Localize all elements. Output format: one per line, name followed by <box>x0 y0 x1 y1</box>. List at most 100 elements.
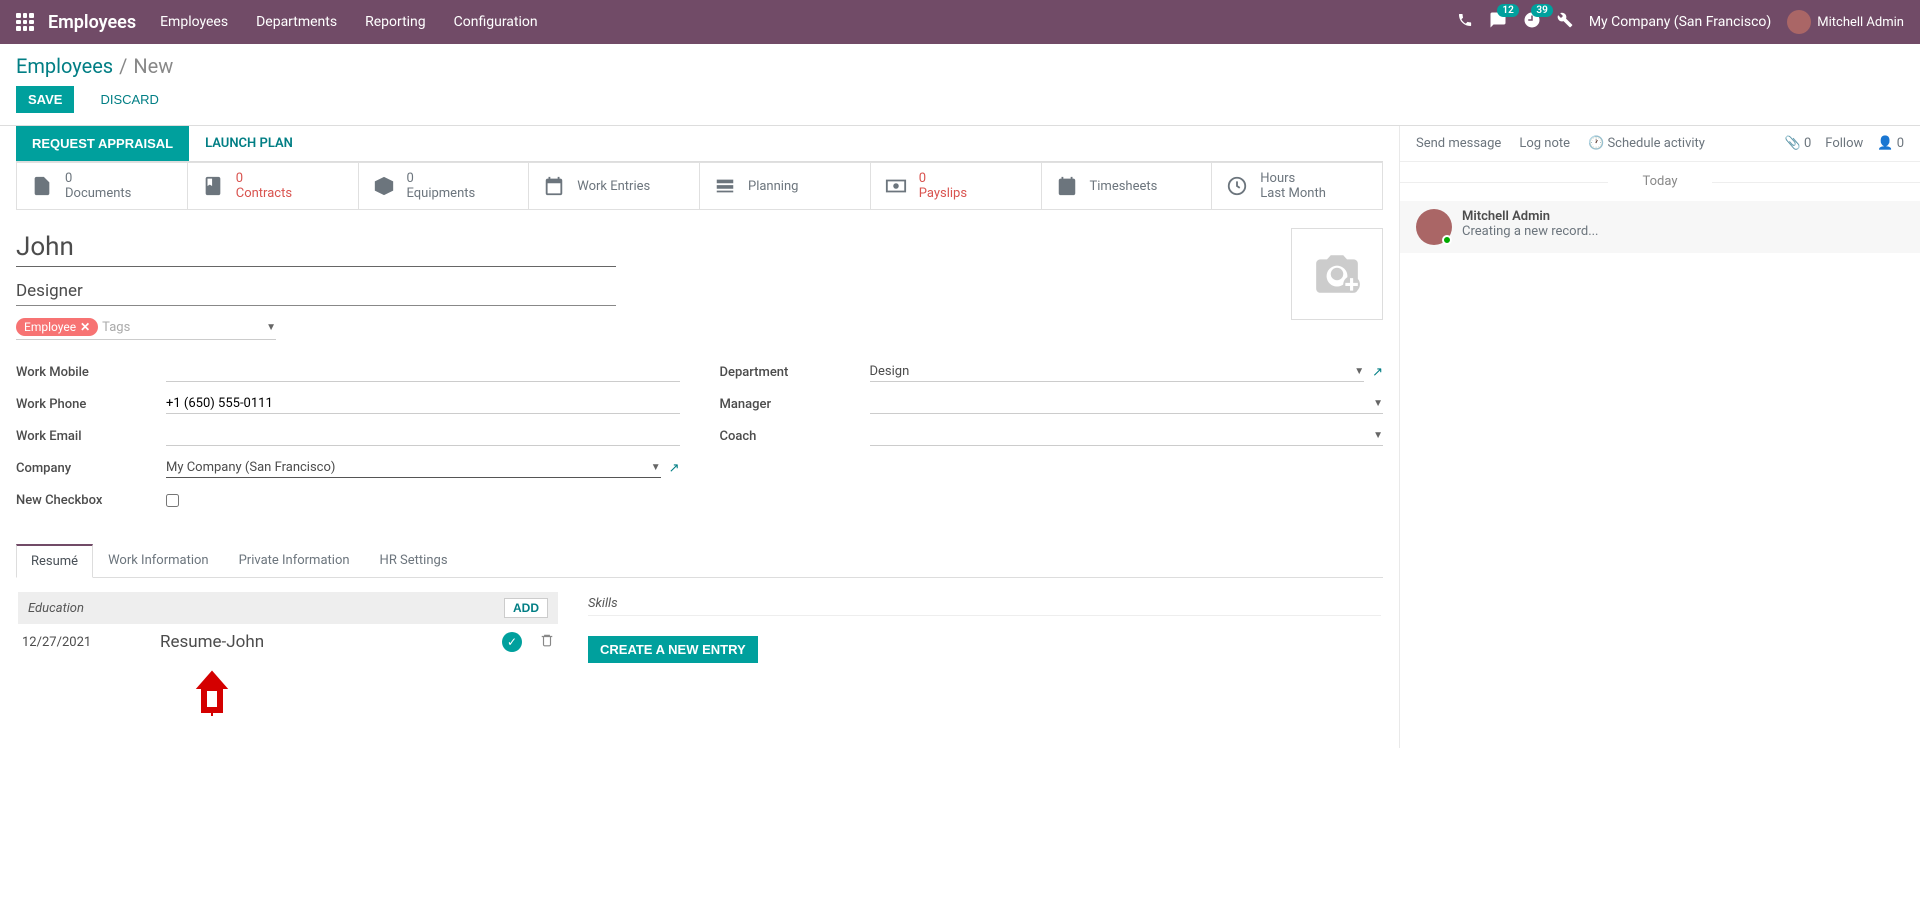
work-phone-label: Work Phone <box>16 397 166 412</box>
coach-select[interactable]: ▼ <box>870 426 1384 446</box>
new-checkbox-label: New Checkbox <box>16 493 166 508</box>
chevron-down-icon: ▼ <box>1354 366 1364 377</box>
schedule-activity-button[interactable]: 🕐 Schedule activity <box>1588 136 1705 151</box>
timesheet-icon <box>1054 173 1080 199</box>
chatter-date-separator: Today <box>1400 174 1920 189</box>
chevron-down-icon: ▼ <box>651 462 661 473</box>
tag-employee: Employee ✕ <box>16 318 98 336</box>
external-link-icon[interactable]: ↗ <box>1372 365 1383 380</box>
apps-icon[interactable] <box>16 13 34 31</box>
menu-employees[interactable]: Employees <box>160 14 228 30</box>
work-phone-input[interactable] <box>166 394 680 414</box>
user-menu[interactable]: Mitchell Admin <box>1787 10 1904 34</box>
skills-header: Skills <box>588 592 1381 616</box>
manager-label: Manager <box>720 397 870 412</box>
image-upload[interactable] <box>1291 228 1383 320</box>
clock-icon: 🕐 <box>1588 136 1604 151</box>
annotation-arrow <box>188 670 236 718</box>
work-mobile-input[interactable] <box>166 362 680 382</box>
tab-resume[interactable]: Resumé <box>16 544 93 578</box>
tabs: Resumé Work Information Private Informat… <box>16 544 1383 578</box>
resume-title: Resume-John <box>160 632 484 652</box>
stat-contracts[interactable]: 0Contracts <box>188 163 359 209</box>
work-email-label: Work Email <box>16 429 166 444</box>
request-appraisal-button[interactable]: REQUEST APPRAISAL <box>16 126 189 161</box>
app-brand[interactable]: Employees <box>48 12 136 33</box>
company-select[interactable]: My Company (San Francisco)▼ <box>166 458 661 478</box>
planning-icon <box>712 173 738 199</box>
menu-departments[interactable]: Departments <box>256 14 337 30</box>
breadcrumb: Employees / New <box>0 44 1920 82</box>
stat-hours[interactable]: HoursLast Month <box>1212 163 1382 209</box>
follow-button[interactable]: Follow <box>1825 136 1863 151</box>
check-circle-icon: ✓ <box>502 632 522 652</box>
message-avatar <box>1416 209 1452 245</box>
paperclip-icon: 📎 <box>1785 136 1801 151</box>
tab-work-information[interactable]: Work Information <box>93 544 224 577</box>
presence-dot-icon <box>1442 235 1452 245</box>
log-note-button[interactable]: Log note <box>1519 136 1570 151</box>
messages-icon[interactable]: 12 <box>1489 11 1507 33</box>
menu-configuration[interactable]: Configuration <box>454 14 538 30</box>
external-link-icon[interactable]: ↗ <box>669 461 680 476</box>
resume-date: 12/27/2021 <box>22 635 142 650</box>
coach-label: Coach <box>720 429 870 444</box>
resume-section-header: Education ADD <box>18 592 558 624</box>
message-text: Creating a new record... <box>1462 224 1599 239</box>
debug-icon[interactable] <box>1557 12 1573 32</box>
department-label: Department <box>720 365 870 380</box>
messages-badge: 12 <box>1497 4 1518 17</box>
message-author: Mitchell Admin <box>1462 209 1599 224</box>
work-mobile-label: Work Mobile <box>16 365 166 380</box>
tag-remove-icon[interactable]: ✕ <box>80 320 90 334</box>
add-resume-button[interactable]: ADD <box>504 598 548 618</box>
stat-timesheets[interactable]: Timesheets <box>1042 163 1213 209</box>
employee-name-input[interactable] <box>16 228 616 267</box>
activities-badge: 39 <box>1531 4 1552 17</box>
user-avatar-icon <box>1787 10 1811 34</box>
clock-icon <box>1224 173 1250 199</box>
menu-reporting[interactable]: Reporting <box>365 14 426 30</box>
attachments-button[interactable]: 📎 0 <box>1785 136 1812 151</box>
chevron-down-icon: ▼ <box>1373 430 1383 441</box>
top-menu: Employees Departments Reporting Configur… <box>160 14 1457 30</box>
stat-buttons: 0Documents 0Contracts 0Equipments Work E… <box>16 162 1383 210</box>
company-selector[interactable]: My Company (San Francisco) <box>1589 14 1771 30</box>
launch-plan-button[interactable]: LAUNCH PLAN <box>189 126 309 161</box>
work-email-input[interactable] <box>166 426 680 446</box>
activities-icon[interactable]: 39 <box>1523 11 1541 33</box>
cubes-icon <box>371 173 397 199</box>
person-icon: 👤 <box>1877 136 1893 151</box>
tab-private-information[interactable]: Private Information <box>224 544 365 577</box>
trash-icon[interactable] <box>540 633 554 651</box>
resume-row[interactable]: 12/27/2021 Resume-John ✓ <box>18 624 558 660</box>
stat-equipments[interactable]: 0Equipments <box>359 163 530 209</box>
manager-select[interactable]: ▼ <box>870 394 1384 414</box>
book-icon <box>200 173 226 199</box>
money-icon <box>883 173 909 199</box>
new-checkbox-input[interactable] <box>166 494 179 507</box>
user-name: Mitchell Admin <box>1817 15 1904 30</box>
stat-planning[interactable]: Planning <box>700 163 871 209</box>
tags-field[interactable]: Employee ✕ Tags ▼ <box>16 318 276 340</box>
resume-section-title: Education <box>28 601 84 616</box>
tab-hr-settings[interactable]: HR Settings <box>365 544 463 577</box>
camera-plus-icon <box>1307 249 1367 299</box>
calendar-icon <box>541 173 567 199</box>
stat-documents[interactable]: 0Documents <box>17 163 188 209</box>
create-entry-button[interactable]: CREATE A NEW ENTRY <box>588 636 758 663</box>
department-select[interactable]: Design▼ <box>870 362 1365 382</box>
send-message-button[interactable]: Send message <box>1416 136 1501 151</box>
discard-button[interactable]: DISCARD <box>88 86 171 113</box>
breadcrumb-root[interactable]: Employees <box>16 54 113 78</box>
phone-icon[interactable] <box>1457 12 1473 32</box>
stat-payslips[interactable]: 0Payslips <box>871 163 1042 209</box>
chatter: Send message Log note 🕐 Schedule activit… <box>1400 126 1920 748</box>
breadcrumb-current: New <box>133 54 173 78</box>
save-button[interactable]: SAVE <box>16 86 74 113</box>
stat-work-entries[interactable]: Work Entries <box>529 163 700 209</box>
company-label: Company <box>16 461 166 476</box>
document-icon <box>29 173 55 199</box>
followers-button[interactable]: 👤 0 <box>1877 136 1904 151</box>
job-title-input[interactable] <box>16 277 616 306</box>
